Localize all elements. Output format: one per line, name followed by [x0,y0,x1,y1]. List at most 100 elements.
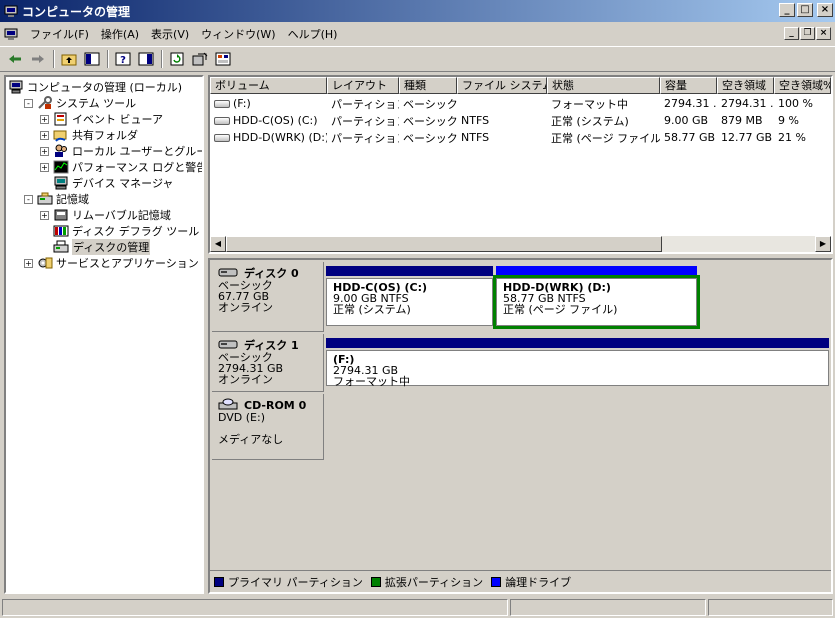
table-cell: 21 % [774,131,831,144]
refresh-button[interactable] [166,49,188,69]
mdi-close-button[interactable]: × [816,27,831,40]
table-cell: ベーシック [399,113,457,129]
computer-management-icon [4,5,18,17]
expand-icon[interactable]: + [40,146,49,156]
tree-item[interactable]: + リムーバブル記憶域 [40,207,171,223]
tree-item[interactable]: - 記憶域 [24,191,89,207]
expand-icon[interactable]: + [40,162,49,172]
partition-box[interactable]: (F:) 2794.31 GB フォーマット中 [326,350,829,387]
disk-status: オンライン [218,373,273,386]
table-cell: 58.77 GB [660,131,717,144]
arrow-left-icon [9,55,21,63]
collapse-icon[interactable]: - [24,98,33,108]
expand-icon[interactable]: + [40,114,49,124]
disk-label[interactable]: ディスク 1 ベーシック 2794.31 GB オンライン [212,334,324,392]
tree-item[interactable]: + パフォーマンス ログと警告 [40,159,204,175]
column-header[interactable]: 空き領域 [717,77,774,94]
partition-bar [326,266,493,276]
up-level-button[interactable] [58,49,80,69]
drive-icon [214,117,230,125]
tree-item-label: コンピュータの管理 (ローカル) [27,81,183,94]
forward-button[interactable] [27,49,49,69]
export-list-button[interactable] [189,49,211,69]
menu-view[interactable]: 表示(V) [145,26,195,42]
tree-item-label: パフォーマンス ログと警告 [72,161,204,174]
menu-window[interactable]: ウィンドウ(W) [195,26,281,42]
cell-text: 正常 (ページ ファイル) [551,131,660,145]
table-cell: パーティション [327,96,399,112]
mdi-window-icon[interactable] [4,28,18,41]
cell-text: HDD-D(WRK) (D:) [233,131,327,144]
cell-text: 58.77 GB [664,131,716,144]
tree-item[interactable]: ディスク デフラグ ツール [40,223,199,239]
partition-box[interactable]: HDD-C(OS) (C:) 9.00 GB NTFS 正常 (システム) [326,278,493,326]
toolbar-separator [107,50,109,68]
disk-name: ディスク 0 [244,266,299,280]
expand-icon[interactable]: + [40,130,49,140]
column-header[interactable]: 空き領域% [774,77,831,94]
partition-name: (F:) [333,353,355,366]
tree-item[interactable]: + 共有フォルダ [40,127,138,143]
window-title: コンピュータの管理 [22,4,131,19]
help-button[interactable]: ? [112,49,134,69]
disk-name: ディスク 1 [244,338,299,352]
expand-icon[interactable]: + [40,210,49,220]
legend-label: 拡張パーティション [384,575,484,589]
column-header[interactable]: ファイル システム [457,77,547,94]
cell-text: ベーシック [403,114,457,128]
column-header[interactable]: 容量 [660,77,717,94]
expand-icon[interactable]: + [24,258,33,268]
menu-action[interactable]: 操作(A) [95,26,145,42]
disk-label[interactable]: CD-ROM 0 DVD (E:) メディアなし [212,394,324,460]
column-header[interactable]: 状態 [547,77,660,94]
table-cell: ベーシック [399,130,457,146]
column-header[interactable]: 種類 [399,77,457,94]
tree-item[interactable]: コンピュータの管理 (ローカル) [8,79,182,95]
column-header[interactable]: レイアウト [327,77,399,94]
legend-swatch [214,576,224,587]
horizontal-scrollbar[interactable]: ◀ ▶ [210,236,831,252]
status-panel-main [2,599,508,616]
cell-text: NTFS [461,114,490,127]
tree-item[interactable]: - システム ツール [24,95,136,111]
table-cell: 正常 (システム) [547,113,660,129]
show-hide-tree-button[interactable] [81,49,103,69]
tree-item[interactable]: + イベント ビューア [40,111,163,127]
column-header[interactable]: ボリューム [210,77,327,94]
table-cell: ベーシック [399,96,457,112]
tree-item-label: デバイス マネージャ [72,177,174,190]
hard-disk-icon [218,338,238,352]
collapse-icon[interactable]: - [24,194,33,204]
tree-item-label: ディスク デフラグ ツール [72,225,200,238]
tree-item-label: イベント ビューア [72,113,164,126]
table-row[interactable]: HDD-C(OS) (C:) パーティションベーシック NTFS 正常 (システム) 9… [210,112,831,129]
scroll-left-button[interactable]: ◀ [210,236,226,252]
properties-pane-button[interactable] [135,49,157,69]
table-row[interactable]: HDD-D(WRK) (D:) パーティションベーシック NTFS 正常 (ページ フ… [210,129,831,146]
tree-item[interactable]: ディスクの管理 [40,239,151,255]
mdi-minimize-button[interactable]: _ [784,27,799,40]
menu-file[interactable]: ファイル(F) [24,26,95,42]
scroll-right-button[interactable]: ▶ [815,236,831,252]
table-cell: NTFS [457,114,547,127]
mdi-restore-button[interactable]: ❐ [800,27,815,40]
disk-label[interactable]: ディスク 0 ベーシック 67.77 GB オンライン [212,262,324,332]
menu-help[interactable]: ヘルプ(H) [282,26,344,42]
tree-item[interactable]: デバイス マネージャ [40,175,173,191]
minimize-button[interactable]: _ [779,3,795,17]
pane-icon [138,52,154,66]
close-button[interactable]: × [817,3,833,17]
scroll-thumb[interactable] [226,236,662,252]
cell-text: 100 % [778,97,813,110]
partition-box[interactable]: HDD-D(WRK) (D:) 58.77 GB NTFS 正常 (ページ ファイル… [493,275,700,329]
table-row[interactable]: (F:) パーティションベーシック フォーマット中 2794.31 ... 2794.3… [210,95,831,112]
tree-item[interactable]: + サービスとアプリケーション [24,255,199,271]
scroll-track[interactable] [662,236,815,252]
settings-button[interactable] [212,49,234,69]
cell-text: ベーシック [403,97,457,111]
tree-item[interactable]: + ローカル ユーザーとグループ [40,143,202,159]
back-button[interactable] [4,49,26,69]
maximize-button[interactable]: □ [797,3,813,17]
cell-text: パーティション [331,97,399,111]
legend-swatch [491,576,502,587]
